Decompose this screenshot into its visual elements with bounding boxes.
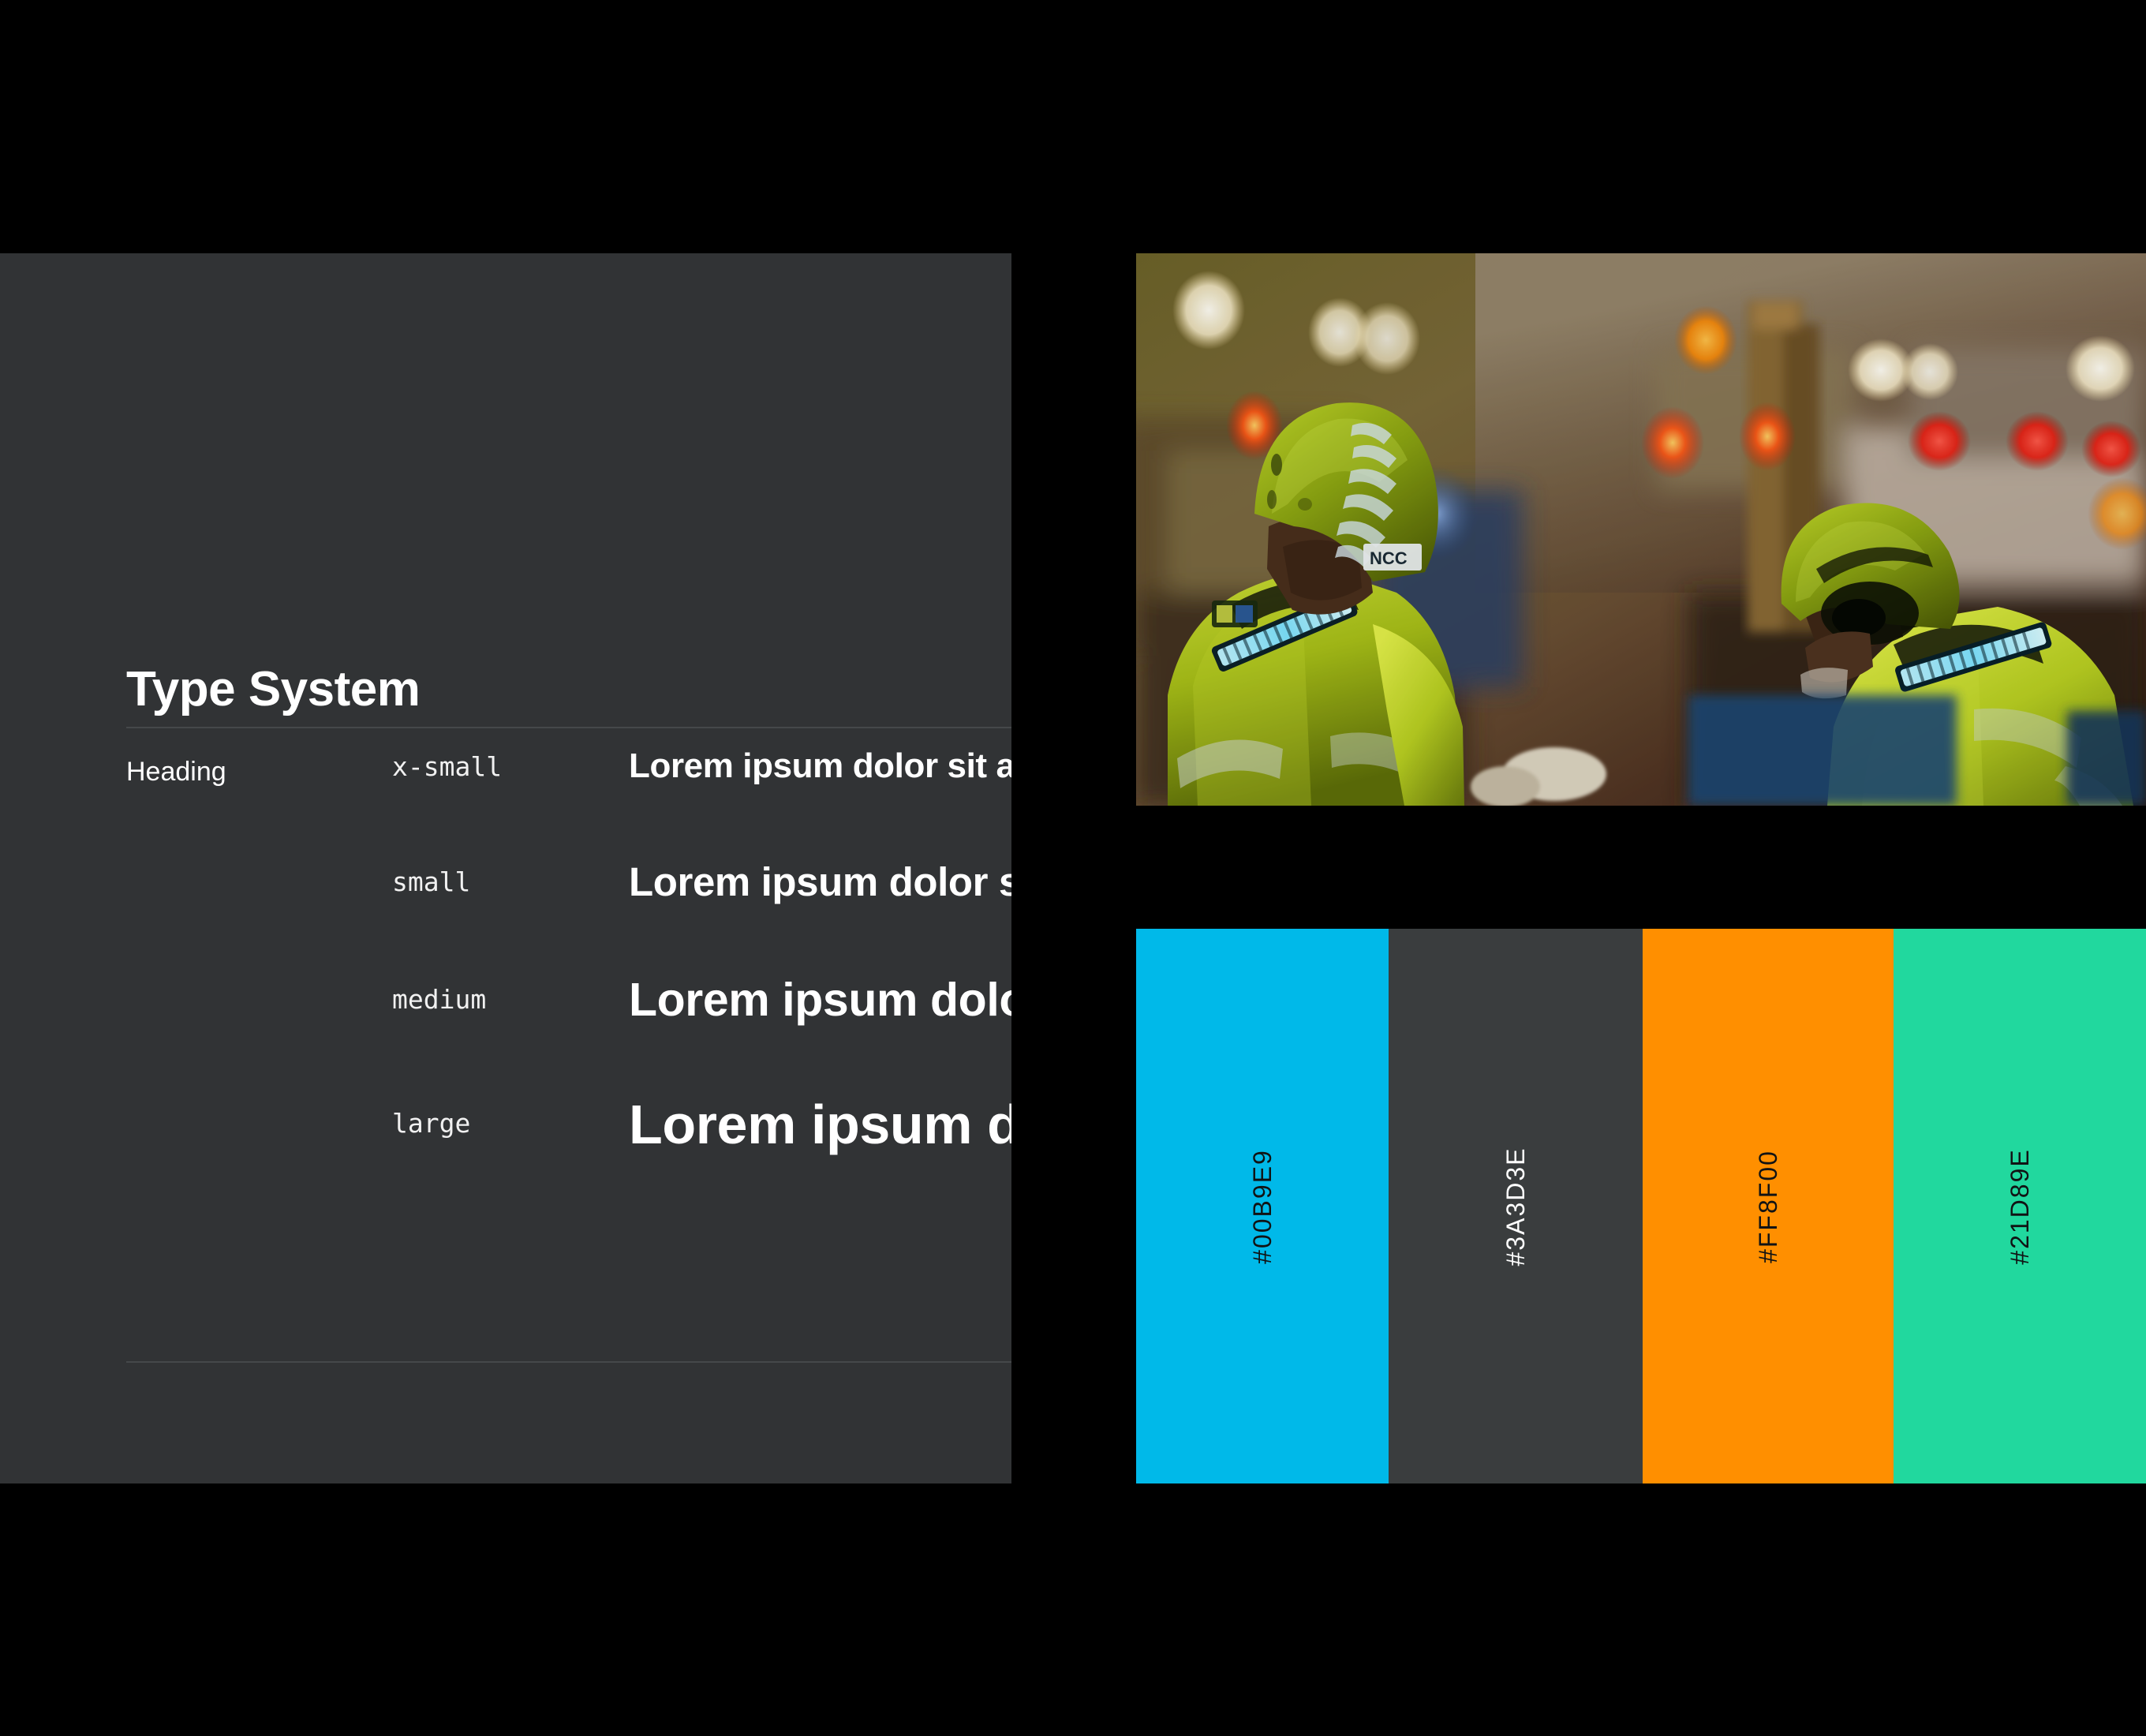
color-swatch-ff8f00[interactable]: #FF8F00 [1643, 929, 1894, 1483]
type-group-label-heading: Heading [126, 757, 226, 787]
size-label-heading-small: small [392, 866, 471, 897]
color-swatch-label: #3A3D3E [1501, 1147, 1530, 1266]
color-palette: #00B9E9 #3A3D3E #FF8F00 #21D89E [1136, 929, 2146, 1483]
slide-canvas: Type System Heading x-small Lorem ipsum … [0, 0, 2146, 1736]
specimen-heading-medium: Lorem ipsum dolor sit amet consectetur [629, 974, 1011, 1026]
color-swatch-21d89e[interactable]: #21D89E [1894, 929, 2146, 1483]
type-system-content: Type System Heading x-small Lorem ipsum … [0, 253, 1011, 1483]
swatch-label-wrap: #FF8F00 [1643, 929, 1894, 1483]
page-title: Type System [126, 661, 421, 716]
color-swatch-label: #21D89E [2006, 1147, 2034, 1265]
color-swatch-label: #FF8F00 [1754, 1149, 1782, 1263]
specimen-heading-large: Lorem ipsum dolor sit amet consectetur [629, 1094, 1011, 1155]
color-swatch-00b9e9[interactable]: #00B9E9 [1136, 929, 1389, 1483]
size-label-heading-x-small: x-small [392, 751, 503, 782]
title-divider [126, 727, 1011, 728]
swatch-label-wrap: #21D89E [1894, 929, 2146, 1483]
type-system-panel: Type System Heading x-small Lorem ipsum … [0, 253, 1011, 1483]
size-label-heading-large: large [392, 1108, 471, 1139]
size-label-heading-medium: medium [392, 984, 487, 1015]
brand-photograph: NCC [1136, 253, 2146, 806]
swatch-label-wrap: #00B9E9 [1136, 929, 1389, 1483]
swatch-label-wrap: #3A3D3E [1389, 929, 1643, 1483]
color-swatch-label: #00B9E9 [1248, 1148, 1277, 1264]
section-divider [126, 1361, 1011, 1363]
specimen-heading-small: Lorem ipsum dolor sit amet consectetur [629, 859, 1011, 904]
color-swatch-3a3d3e[interactable]: #3A3D3E [1389, 929, 1643, 1483]
specimen-heading-x-small: Lorem ipsum dolor sit amet consectetur [629, 746, 1011, 785]
photo-illustration: NCC [1136, 253, 2146, 806]
